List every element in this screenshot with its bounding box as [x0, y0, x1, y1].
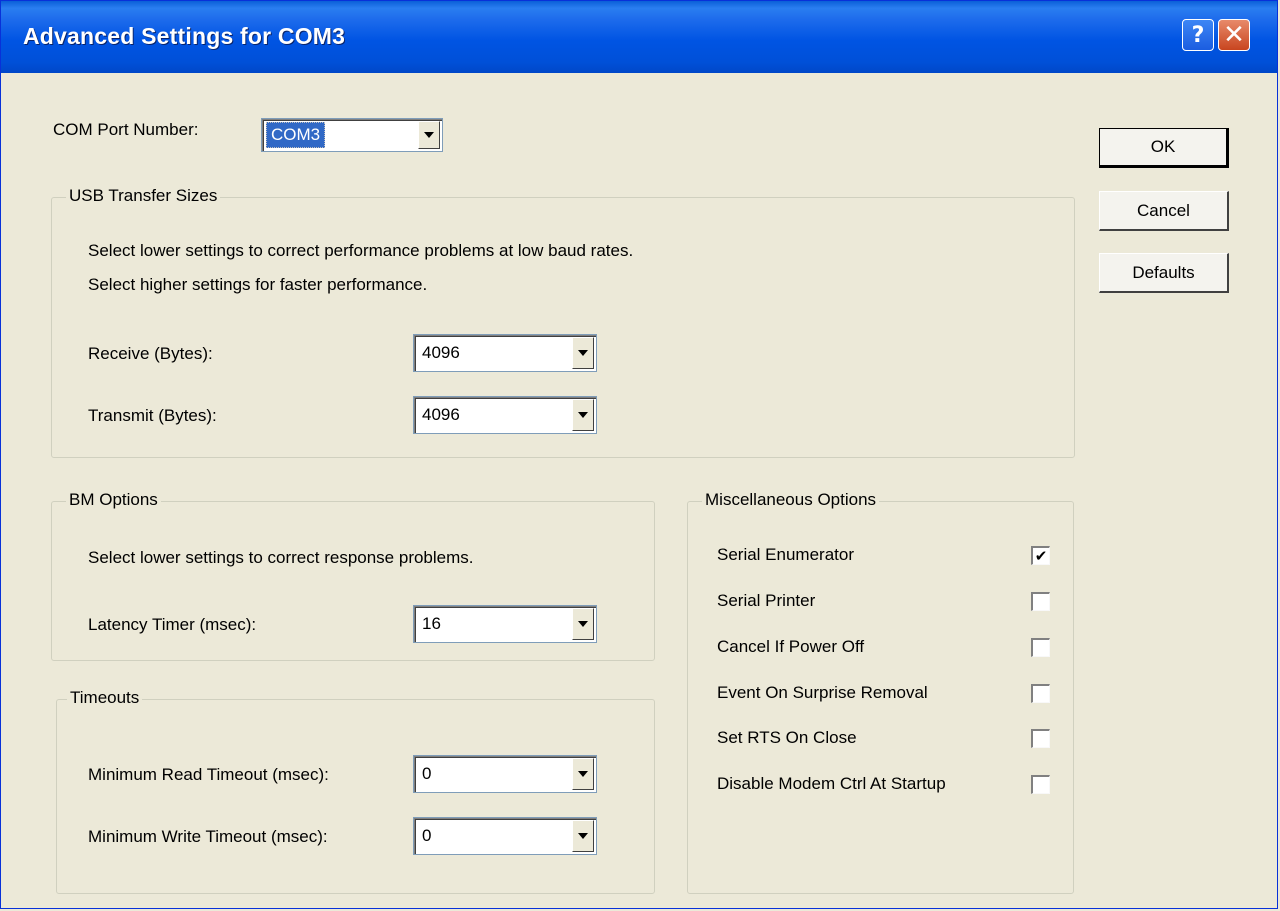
- receive-bytes-value: 4096: [422, 343, 460, 362]
- min-write-timeout-value: 0: [422, 826, 432, 845]
- min-read-timeout-value: 0: [422, 764, 432, 783]
- cancel-if-power-off-checkbox[interactable]: [1031, 638, 1050, 657]
- cancel-button[interactable]: Cancel: [1099, 191, 1229, 231]
- min-write-timeout-select[interactable]: 0: [413, 817, 597, 855]
- timeouts-group: Timeouts: [56, 688, 655, 894]
- ok-button-label: OK: [1150, 137, 1176, 156]
- usb-desc-line-1: Select lower settings to correct perform…: [88, 241, 634, 260]
- serial-printer-checkbox[interactable]: [1031, 592, 1050, 611]
- dropdown-arrow-icon[interactable]: [572, 820, 594, 852]
- serial-printer-label: Serial Printer: [717, 591, 816, 610]
- receive-bytes-select[interactable]: 4096: [413, 334, 597, 372]
- advanced-settings-dialog: Advanced Settings for COM3 ? ✕ COM Port …: [0, 0, 1278, 909]
- serial-enumerator-label: Serial Enumerator: [717, 545, 855, 564]
- com-port-label: COM Port Number:: [53, 120, 199, 139]
- latency-timer-select[interactable]: 16: [413, 605, 597, 643]
- event-on-surprise-removal-label: Event On Surprise Removal: [717, 683, 928, 702]
- dropdown-arrow-icon[interactable]: [572, 337, 594, 369]
- checkmark-icon: ✔: [1034, 546, 1048, 565]
- set-rts-on-close-checkbox[interactable]: [1031, 729, 1050, 748]
- ok-button[interactable]: OK: [1099, 128, 1229, 168]
- cancel-button-label: Cancel: [1137, 200, 1190, 220]
- latency-timer-value: 16: [422, 614, 441, 633]
- title-bar[interactable]: Advanced Settings for COM3 ? ✕: [1, 1, 1277, 73]
- min-read-timeout-label: Minimum Read Timeout (msec):: [88, 765, 329, 784]
- usb-transfer-sizes-legend: USB Transfer Sizes: [66, 186, 221, 206]
- latency-timer-label: Latency Timer (msec):: [88, 615, 257, 634]
- dropdown-arrow-icon[interactable]: [572, 399, 594, 431]
- cancel-if-power-off-label: Cancel If Power Off: [717, 637, 865, 656]
- bm-options-desc: Select lower settings to correct respons…: [88, 548, 474, 567]
- transmit-bytes-value: 4096: [422, 405, 460, 424]
- dropdown-arrow-icon[interactable]: [572, 758, 594, 790]
- min-write-timeout-label: Minimum Write Timeout (msec):: [88, 827, 328, 846]
- help-button[interactable]: ?: [1182, 19, 1214, 51]
- defaults-button-label: Defaults: [1132, 262, 1195, 282]
- receive-bytes-label: Receive (Bytes):: [88, 344, 213, 363]
- dropdown-arrow-icon[interactable]: [418, 121, 440, 149]
- bm-options-legend: BM Options: [66, 490, 161, 510]
- defaults-button[interactable]: Defaults: [1099, 253, 1229, 293]
- question-mark-icon: ?: [1191, 22, 1205, 48]
- usb-desc-line-2: Select higher settings for faster perfor…: [88, 275, 428, 294]
- min-read-timeout-select[interactable]: 0: [413, 755, 597, 793]
- transmit-bytes-select[interactable]: 4096: [413, 396, 597, 434]
- com-port-value: COM3: [266, 122, 326, 148]
- serial-enumerator-checkbox[interactable]: ✔: [1031, 546, 1050, 565]
- window-title: Advanced Settings for COM3: [23, 23, 346, 49]
- disable-modem-ctrl-checkbox[interactable]: [1031, 775, 1050, 794]
- dropdown-arrow-icon[interactable]: [572, 608, 594, 640]
- close-button[interactable]: ✕: [1218, 19, 1250, 51]
- close-icon: ✕: [1223, 20, 1245, 50]
- set-rts-on-close-label: Set RTS On Close: [717, 728, 857, 747]
- disable-modem-ctrl-label: Disable Modem Ctrl At Startup: [717, 774, 946, 793]
- transmit-bytes-label: Transmit (Bytes):: [88, 406, 217, 425]
- timeouts-legend: Timeouts: [67, 688, 143, 708]
- com-port-select[interactable]: COM3: [261, 118, 443, 152]
- event-on-surprise-removal-checkbox[interactable]: [1031, 684, 1050, 703]
- miscellaneous-options-legend: Miscellaneous Options: [702, 490, 880, 510]
